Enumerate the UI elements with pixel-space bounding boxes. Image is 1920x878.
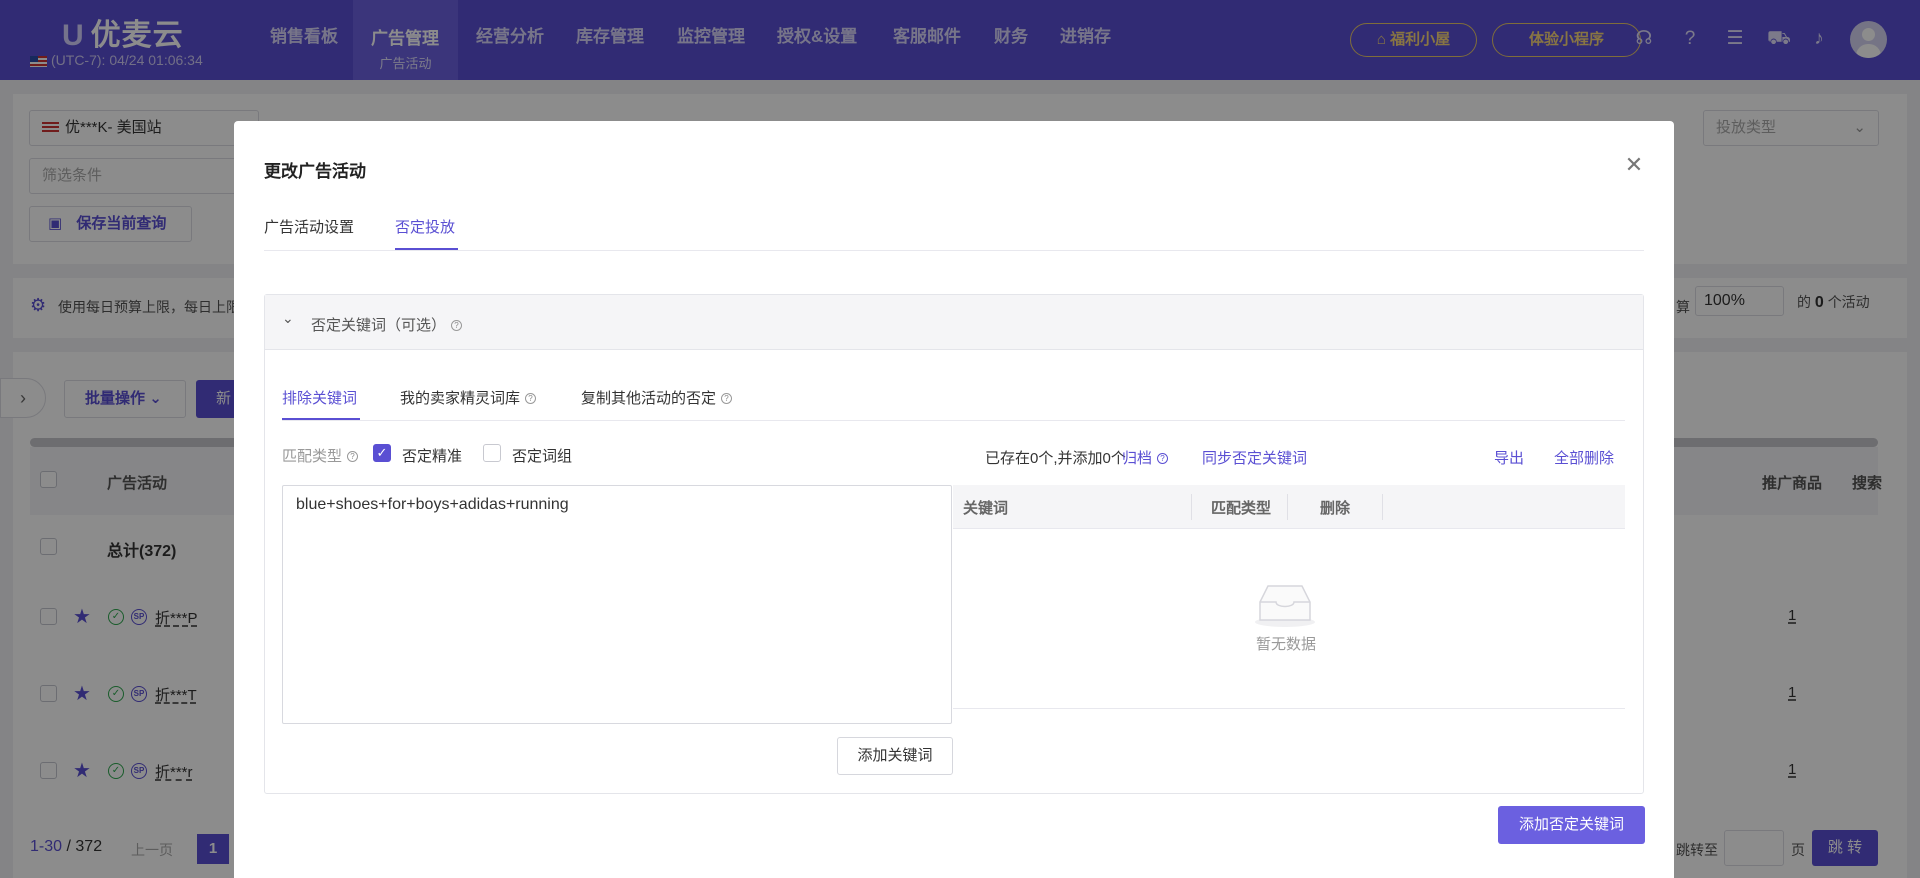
subtabs-divider	[282, 420, 1625, 421]
negative-exact-checkbox[interactable]: ✓	[373, 444, 391, 462]
help-icon[interactable]: ?	[721, 393, 733, 404]
help-icon[interactable]: ?	[525, 393, 537, 404]
archive-link[interactable]: 归档?	[1122, 447, 1169, 468]
delete-all-link[interactable]: 全部删除	[1554, 447, 1614, 468]
sync-negative-keywords-link[interactable]: 同步否定关键词	[1202, 447, 1307, 468]
subtab-seller-sprite-library[interactable]: 我的卖家精灵词库?	[400, 387, 537, 408]
tabs-divider	[264, 250, 1644, 251]
column-match-type-header: 匹配类型	[1211, 500, 1272, 517]
negative-phrase-checkbox[interactable]	[483, 444, 501, 462]
close-icon[interactable]: ✕	[1624, 154, 1644, 176]
add-negative-keywords-button[interactable]: 添加否定关键词	[1498, 806, 1645, 844]
keyword-input[interactable]: blue+shoes+for+boys+adidas+running	[282, 485, 952, 724]
keywords-table-header: 关键词 匹配类型 删除	[953, 485, 1625, 529]
help-icon[interactable]: ?	[451, 320, 463, 331]
column-delete-header: 删除	[1320, 500, 1351, 517]
match-type-label: 匹配类型?	[282, 445, 359, 466]
chevron-down-icon[interactable]: ⌄	[282, 310, 294, 327]
tab-negative-targeting[interactable]: 否定投放	[395, 216, 455, 237]
added-keywords-table: 关键词 匹配类型 删除 暂无数据	[953, 485, 1625, 709]
edit-campaign-modal: 更改广告活动 ✕ 广告活动设置 否定投放 ⌄ 否定关键词（可选）? 排除关键词 …	[234, 121, 1674, 878]
negative-exact-label[interactable]: 否定精准	[402, 445, 462, 466]
help-icon[interactable]: ?	[1157, 453, 1169, 464]
column-separator	[1191, 494, 1192, 520]
column-separator	[1382, 494, 1383, 520]
table-bottom-border	[953, 708, 1625, 709]
added-count-status: 已存在0个,并添加0个	[985, 450, 1126, 467]
tab-campaign-settings[interactable]: 广告活动设置	[264, 216, 354, 237]
subtab-copy-other-negatives[interactable]: 复制其他活动的否定?	[581, 387, 733, 408]
empty-state-text: 暂无数据	[1256, 636, 1317, 653]
modal-title: 更改广告活动	[264, 162, 366, 181]
column-keyword-header: 关键词	[963, 500, 1009, 517]
export-link[interactable]: 导出	[1494, 447, 1524, 468]
column-separator	[1287, 494, 1288, 520]
subtab-exclude-keywords[interactable]: 排除关键词	[282, 387, 357, 408]
negative-keywords-section: ⌄ 否定关键词（可选）? 排除关键词 我的卖家精灵词库? 复制其他活动的否定? …	[264, 294, 1644, 794]
negative-keywords-title: 否定关键词（可选）?	[311, 314, 463, 335]
help-icon[interactable]: ?	[347, 451, 359, 462]
negative-keywords-header[interactable]: ⌄ 否定关键词（可选）?	[265, 295, 1643, 350]
empty-inbox-icon	[1255, 585, 1315, 627]
add-keyword-button[interactable]: 添加关键词	[837, 737, 953, 775]
negative-phrase-label[interactable]: 否定词组	[512, 445, 572, 466]
